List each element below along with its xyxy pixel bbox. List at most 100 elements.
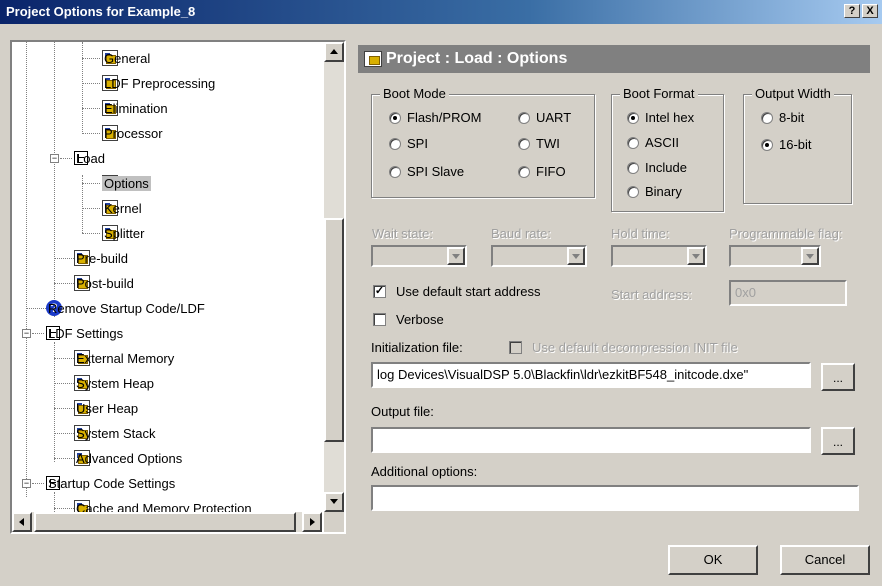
arrow-right-icon <box>310 518 315 526</box>
programmable-flag-select[interactable] <box>729 245 821 267</box>
radio-label: Binary <box>645 184 682 199</box>
output-file-input[interactable] <box>371 427 811 453</box>
tree-item-cache-memory[interactable]: Cache and Memory Protection <box>74 496 252 512</box>
use-default-decompression-checkbox[interactable]: Use default decompression INIT file <box>509 340 738 355</box>
output-file-browse-button[interactable]: ... <box>821 427 855 455</box>
radio-8bit[interactable]: 8-bit <box>761 110 804 125</box>
radio-include[interactable]: Include <box>627 160 687 175</box>
radio-intel-hex[interactable]: Intel hex <box>627 110 694 125</box>
tree-item-ldf-settings[interactable]: LDF Settings <box>46 321 123 345</box>
ok-button[interactable]: OK <box>668 545 758 575</box>
start-address-field[interactable]: 0x0 <box>729 280 847 306</box>
panel-header: Project : Load : Options <box>358 45 870 73</box>
checkbox-indicator <box>373 313 386 326</box>
radio-indicator <box>389 165 401 178</box>
tree-item-pre-build[interactable]: Pre-build <box>74 246 128 270</box>
scroll-right-button[interactable] <box>302 512 322 532</box>
tree-item-processor[interactable]: Processor <box>102 121 163 145</box>
arrow-left-icon <box>19 518 24 526</box>
dropdown-button[interactable] <box>801 247 819 265</box>
hold-time-label: Hold time: <box>611 226 670 241</box>
tree-vertical-scrollbar[interactable] <box>324 42 344 512</box>
boot-format-title: Boot Format <box>620 86 698 101</box>
radio-ascii[interactable]: ASCII <box>627 135 679 150</box>
tree-item-load[interactable]: Load <box>74 146 105 170</box>
title-bar: Project Options for Example_8 ? X <box>0 0 882 24</box>
dropdown-button[interactable] <box>567 247 585 265</box>
chevron-down-icon <box>806 254 814 259</box>
radio-label: UART <box>536 110 572 125</box>
tree-item-system-stack[interactable]: System Stack <box>74 421 155 445</box>
additional-options-label: Additional options: <box>371 464 478 479</box>
hold-time-select[interactable] <box>611 245 707 267</box>
radio-twi[interactable]: TWI <box>518 136 560 151</box>
scroll-up-button[interactable] <box>324 42 344 62</box>
tree-item-label: System Heap <box>76 375 155 391</box>
tree-item-general[interactable]: General <box>102 46 150 70</box>
tree-item-options[interactable]: Options <box>102 171 151 195</box>
tree-item-system-heap[interactable]: System Heap <box>74 371 154 395</box>
radio-indicator <box>627 185 639 198</box>
chevron-down-icon <box>692 254 700 259</box>
radio-flash-prom[interactable]: Flash/PROM <box>389 110 481 125</box>
output-file-label: Output file: <box>371 404 434 419</box>
tree-item-startup-code-settings[interactable]: Startup Code Settings <box>46 471 175 495</box>
scroll-left-button[interactable] <box>12 512 32 532</box>
tree-item-label: Load <box>76 150 105 166</box>
options-page-icon <box>364 51 382 67</box>
boot-mode-title: Boot Mode <box>380 86 449 101</box>
tree-item-splitter[interactable]: Splitter <box>102 221 144 245</box>
radio-binary[interactable]: Binary <box>627 184 682 199</box>
collapse-startup-code-icon[interactable]: − <box>22 479 31 488</box>
arrow-up-icon <box>330 49 338 54</box>
close-button[interactable]: X <box>862 4 878 18</box>
output-width-title: Output Width <box>752 86 834 101</box>
radio-spi-slave[interactable]: SPI Slave <box>389 164 464 179</box>
programmable-flag-label: Programmable flag: <box>729 226 843 241</box>
tree-item-post-build[interactable]: Post-build <box>74 271 134 295</box>
scrollbar-corner <box>324 512 344 532</box>
radio-label: SPI <box>407 136 428 151</box>
radio-fifo[interactable]: FIFO <box>518 164 566 179</box>
scroll-down-button[interactable] <box>324 492 344 512</box>
tree-item-ldf-preprocessing[interactable]: LDF Preprocessing <box>102 71 215 95</box>
wait-state-select[interactable] <box>371 245 467 267</box>
radio-16bit[interactable]: 16-bit <box>761 137 812 152</box>
use-default-start-checkbox[interactable]: ✓ Use default start address <box>373 284 541 299</box>
dropdown-button[interactable] <box>687 247 705 265</box>
chevron-down-icon <box>452 254 460 259</box>
tree-item-external-memory[interactable]: External Memory <box>74 346 174 370</box>
tree-item-advanced-options[interactable]: Advanced Options <box>74 446 182 470</box>
radio-indicator <box>518 137 530 150</box>
collapse-ldf-settings-icon[interactable]: − <box>22 329 31 338</box>
cancel-button[interactable]: Cancel <box>780 545 870 575</box>
radio-spi[interactable]: SPI <box>389 136 428 151</box>
radio-label: Flash/PROM <box>407 110 482 125</box>
radio-uart[interactable]: UART <box>518 110 571 125</box>
horizontal-scroll-thumb[interactable] <box>34 512 296 532</box>
tree-item-label: Post-build <box>76 275 134 291</box>
collapse-load-icon[interactable]: − <box>50 154 59 163</box>
tree-item-user-heap[interactable]: User Heap <box>74 396 138 420</box>
tree-item-elimination[interactable]: Elimination <box>102 96 168 120</box>
radio-indicator <box>389 137 401 150</box>
init-file-input[interactable]: log Devices\VisualDSP 5.0\Blackfin\ldr\e… <box>371 362 811 388</box>
radio-label: SPI Slave <box>407 164 465 179</box>
tree-horizontal-scrollbar[interactable] <box>12 512 322 532</box>
tree-item-label: Kernel <box>104 200 142 216</box>
help-button[interactable]: ? <box>844 4 860 18</box>
scroll-thumb[interactable] <box>324 218 344 442</box>
radio-indicator <box>761 111 773 124</box>
additional-options-input[interactable] <box>371 485 859 511</box>
init-file-browse-button[interactable]: ... <box>821 363 855 391</box>
baud-rate-select[interactable] <box>491 245 587 267</box>
dropdown-button[interactable] <box>447 247 465 265</box>
tree-item-kernel[interactable]: Kernel <box>102 196 142 220</box>
radio-indicator <box>627 111 639 124</box>
tree-item-label: Splitter <box>104 225 145 241</box>
verbose-checkbox[interactable]: Verbose <box>373 312 444 327</box>
arrow-down-icon <box>330 499 338 504</box>
tree-item-remove-startup[interactable]: ? Remove Startup Code/LDF <box>46 296 205 320</box>
options-tree[interactable]: − − − General LDF Preprocessing Eliminat… <box>10 40 346 534</box>
radio-label: ASCII <box>645 135 679 150</box>
